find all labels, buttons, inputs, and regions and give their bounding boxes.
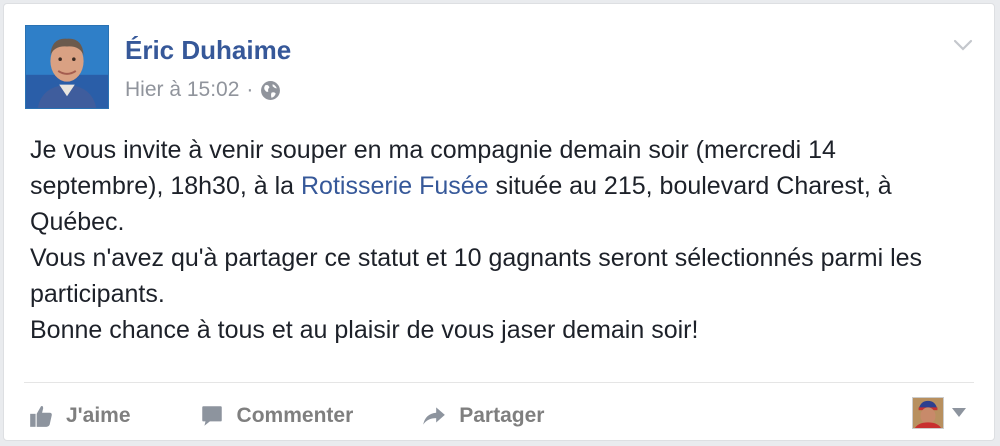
rotisserie-link[interactable]: Rotisserie Fusée bbox=[301, 172, 489, 200]
caret-down-icon bbox=[952, 408, 966, 417]
comment-icon bbox=[201, 406, 222, 426]
post-paragraph-3: Bonne chance à tous et au plaisir de vou… bbox=[30, 316, 699, 344]
author-name[interactable]: Éric Duhaime bbox=[125, 35, 291, 65]
share-button[interactable]: Partager bbox=[421, 403, 544, 429]
post-as-selector[interactable] bbox=[912, 397, 966, 429]
chevron-down-icon[interactable] bbox=[952, 34, 974, 56]
post-meta: Hier à 15:02 · bbox=[125, 76, 281, 104]
post-card: Éric Duhaime Hier à 15:02 · Je vous invi… bbox=[3, 3, 995, 441]
post-body: Je vous invite à venir souper en ma comp… bbox=[30, 132, 970, 348]
thumbs-up-icon bbox=[30, 405, 52, 427]
author-avatar[interactable] bbox=[25, 25, 109, 109]
comment-label: Commenter bbox=[236, 404, 354, 427]
share-arrow-icon bbox=[423, 407, 446, 425]
meta-separator: · bbox=[246, 78, 254, 101]
user-avatar bbox=[912, 397, 944, 429]
like-button[interactable]: J'aime bbox=[28, 403, 131, 429]
actions-divider bbox=[24, 382, 974, 383]
like-label: J'aime bbox=[66, 404, 131, 427]
post-paragraph-1: Je vous invite à venir souper en ma comp… bbox=[30, 132, 970, 240]
post-paragraph-2: Vous n'avez qu'à partager ce statut et 1… bbox=[30, 244, 923, 308]
share-label: Partager bbox=[459, 404, 545, 427]
post-timestamp[interactable]: Hier à 15:02 bbox=[125, 78, 239, 102]
comment-button[interactable]: Commenter bbox=[199, 403, 354, 429]
action-bar: J'aime Commenter Partager bbox=[28, 396, 612, 436]
globe-icon[interactable] bbox=[260, 80, 281, 101]
